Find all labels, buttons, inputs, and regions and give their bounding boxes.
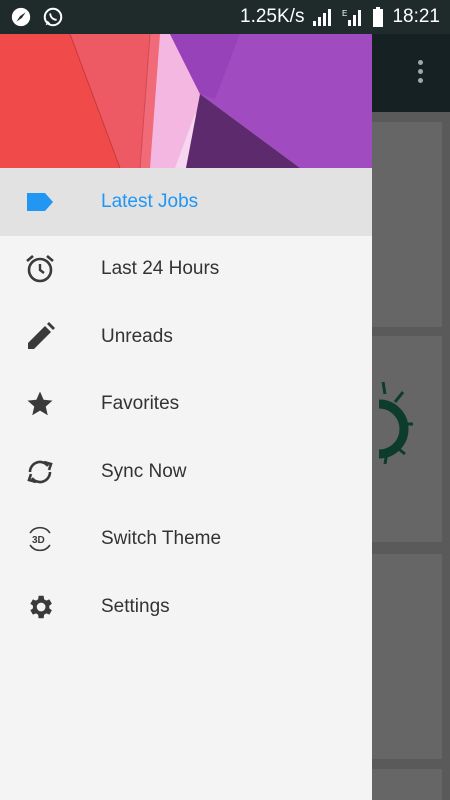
menu-item-favorites[interactable]: Favorites bbox=[0, 371, 372, 439]
menu-item-last-24-hours[interactable]: Last 24 Hours bbox=[0, 236, 372, 304]
gear-icon bbox=[22, 589, 58, 625]
menu-item-label: Last 24 Hours bbox=[101, 258, 220, 280]
3d-rotation-icon: 3D bbox=[22, 521, 58, 557]
pencil-icon bbox=[22, 319, 58, 355]
menu-item-label: Switch Theme bbox=[101, 528, 222, 550]
star-icon bbox=[22, 386, 58, 422]
label-tag-icon bbox=[22, 184, 58, 220]
svg-text:E: E bbox=[342, 9, 347, 18]
battery-icon bbox=[373, 7, 384, 27]
menu-item-switch-theme[interactable]: 3D Switch Theme bbox=[0, 506, 372, 574]
menu-item-label: Latest Jobs bbox=[101, 190, 199, 212]
menu-item-sync-now[interactable]: Sync Now bbox=[0, 438, 372, 506]
network-speed: 1.25K/s bbox=[240, 6, 305, 27]
list-card bbox=[372, 122, 442, 327]
signal-edge-icon: E bbox=[342, 9, 362, 26]
clock: 18:21 bbox=[392, 6, 440, 27]
list-card bbox=[372, 769, 442, 800]
menu-item-unreads[interactable]: Unreads bbox=[0, 303, 372, 371]
menu-item-latest-jobs[interactable]: Latest Jobs bbox=[0, 168, 372, 236]
menu-item-settings[interactable]: Settings bbox=[0, 573, 372, 641]
drawer-header-image bbox=[0, 34, 372, 168]
menu-item-label: Favorites bbox=[101, 393, 180, 415]
menu-item-label: Settings bbox=[101, 595, 170, 617]
overflow-menu-icon[interactable] bbox=[418, 60, 424, 86]
navigation-drawer: Latest Jobs Last 24 Hours Unreads Favori… bbox=[0, 34, 372, 800]
menu-item-label: Sync Now bbox=[101, 460, 187, 482]
signal-icon bbox=[313, 9, 332, 26]
alarm-clock-icon bbox=[22, 251, 58, 287]
status-bar: 1.25K/s E 18:21 bbox=[0, 0, 450, 34]
menu-item-label: Unreads bbox=[101, 325, 173, 347]
whatsapp-icon bbox=[43, 7, 63, 27]
compass-icon bbox=[11, 7, 31, 27]
drawer-menu: Latest Jobs Last 24 Hours Unreads Favori… bbox=[0, 168, 372, 641]
sun-icon bbox=[378, 381, 413, 465]
list-card bbox=[372, 554, 442, 759]
svg-text:3D: 3D bbox=[32, 535, 45, 546]
sync-icon bbox=[22, 454, 58, 490]
